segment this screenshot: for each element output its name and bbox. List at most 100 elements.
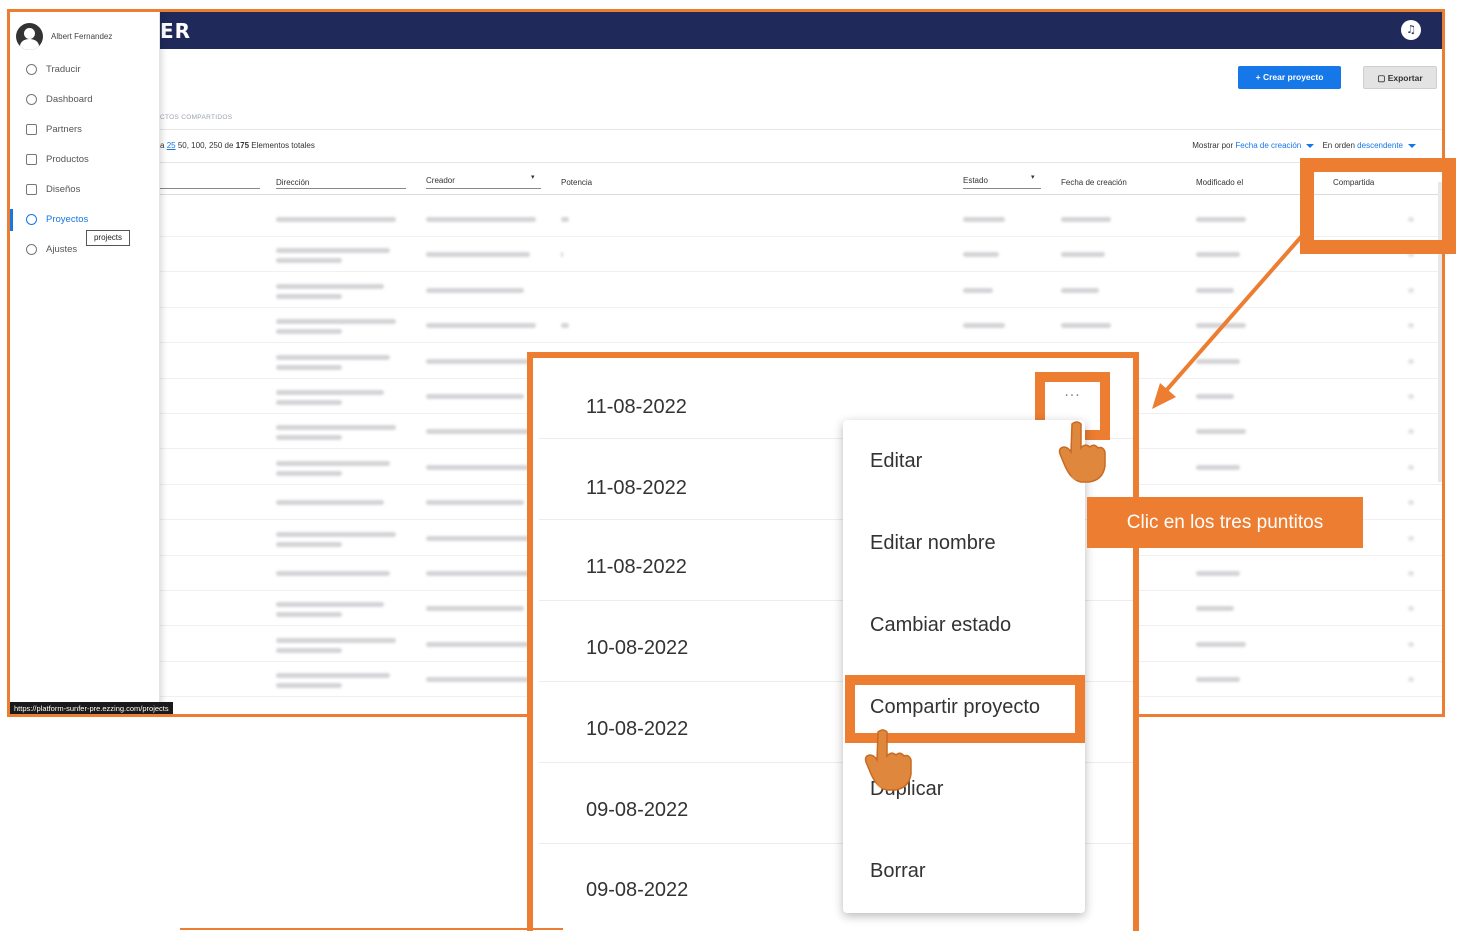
filter-underline (963, 188, 1041, 189)
column-header-status[interactable]: Estado (963, 176, 988, 185)
blurred-cell (276, 541, 342, 547)
created-date: 10-08-2022 (586, 718, 689, 740)
blurred-cell (426, 358, 530, 364)
blurred-cell (426, 500, 524, 506)
blurred-cell (1196, 571, 1240, 576)
created-date: 09-08-2022 (586, 799, 689, 821)
menu-item-rename[interactable]: Editar nombre (870, 532, 996, 555)
blurred-cell (276, 293, 342, 299)
sidebar-item-dashboard[interactable]: Dashboard (10, 89, 160, 111)
blurred-cell (276, 364, 342, 370)
create-project-button[interactable]: + Crear proyecto (1238, 66, 1341, 89)
sidebar-item-ajustes[interactable]: Ajustes (10, 239, 160, 261)
row-more-icon[interactable] (1408, 641, 1414, 647)
table-header-divider (160, 194, 1442, 195)
row-more-icon[interactable] (1408, 571, 1414, 576)
status-url: https://platform-sunfer-pre.ezzing.com/p… (10, 702, 173, 714)
blurred-cell (426, 464, 530, 470)
database-icon (26, 214, 37, 225)
column-header-modified[interactable]: Modificado el (1196, 178, 1243, 187)
blurred-cell (276, 500, 384, 506)
order-select[interactable]: descendente (1357, 141, 1403, 150)
sidebar-item-proyectos[interactable]: Proyectos (10, 209, 160, 231)
sort-controls: Mostrar por Fecha de creación En orden d… (1192, 141, 1422, 150)
filter-underline (160, 188, 260, 189)
row-more-icon[interactable] (1408, 358, 1414, 364)
filter-underline (276, 188, 406, 189)
export-button[interactable]: ▢ Exportar (1363, 66, 1437, 89)
callout-arrow (1152, 227, 1310, 409)
blurred-cell (426, 571, 530, 576)
column-header-address[interactable]: Dirección (276, 178, 309, 187)
blurred-cell (561, 323, 569, 329)
page-size-current[interactable]: 25 (167, 141, 176, 150)
menu-item-delete[interactable]: Borrar (870, 860, 926, 883)
sidebar-item-label: Proyectos (46, 214, 89, 225)
more-icon: ··· (1064, 388, 1081, 404)
context-menu: Editar Editar nombre Cambiar estado Comp… (843, 420, 1085, 913)
tooltip: projects (86, 230, 130, 246)
page-size-selector: a 25 50, 100, 250 de 175 Elementos total… (160, 141, 315, 150)
notification-bell-icon[interactable]: ♫ (1401, 20, 1421, 40)
chevron-down-icon[interactable] (1306, 143, 1315, 148)
blurred-cell (1196, 606, 1234, 612)
active-indicator (10, 209, 13, 231)
blurred-cell (963, 217, 1005, 222)
blurred-cell (426, 217, 536, 222)
blurred-cell (276, 329, 342, 335)
gear-icon (26, 244, 37, 255)
chevron-down-icon[interactable]: ▾ (1031, 173, 1035, 181)
row-more-icon[interactable] (1408, 500, 1414, 506)
row-more-icon[interactable] (1408, 394, 1414, 399)
sidebar: Albert Fernandez Traducir Dashboard Part… (10, 12, 160, 714)
page-size-options[interactable]: 50, 100, 250 (178, 141, 222, 150)
blurred-cell (1196, 677, 1240, 683)
row-more-icon[interactable] (1408, 677, 1414, 683)
column-header-created[interactable]: Fecha de creación (1061, 178, 1127, 187)
blurred-cell (426, 677, 530, 683)
blurred-cell (276, 683, 342, 689)
chevron-down-icon[interactable]: ▾ (531, 173, 535, 181)
row-more-icon[interactable] (1408, 287, 1414, 293)
callout-label: Clic en los tres puntitos (1087, 497, 1363, 548)
blurred-cell (1196, 464, 1240, 470)
column-header-creator[interactable]: Creador (426, 176, 455, 185)
blurred-cell (276, 470, 342, 476)
row-more-icon[interactable] (1408, 464, 1414, 470)
sidebar-item-label: Traducir (46, 64, 81, 75)
sort-by-label: Mostrar por (1192, 141, 1234, 150)
blurred-cell (276, 460, 390, 466)
created-date: 09-08-2022 (586, 879, 689, 901)
sort-by-select[interactable]: Fecha de creación (1235, 141, 1301, 150)
sidebar-item-traducir[interactable]: Traducir (10, 59, 160, 81)
row-more-icon[interactable] (1408, 429, 1414, 435)
blurred-cell (276, 217, 396, 222)
blurred-cell (276, 673, 390, 679)
export-label: Exportar (1387, 73, 1423, 83)
created-date: 10-08-2022 (586, 637, 689, 659)
total-count: 175 (235, 141, 250, 150)
menu-item-change-status[interactable]: Cambiar estado (870, 614, 1011, 637)
row-more-icon[interactable] (1408, 606, 1414, 612)
blurred-cell (426, 394, 524, 399)
column-header-power[interactable]: Potencia (561, 178, 592, 187)
chevron-down-icon[interactable] (1408, 143, 1416, 148)
blurred-cell (1061, 217, 1111, 222)
blurred-cell (963, 252, 999, 258)
blurred-cell (276, 425, 396, 431)
avatar[interactable] (16, 23, 43, 50)
blurred-cell (276, 354, 390, 360)
row-more-icon[interactable] (1408, 535, 1414, 541)
sidebar-item-label: Diseños (46, 184, 81, 195)
sidebar-item-productos[interactable]: Productos (10, 149, 160, 171)
blurred-cell (426, 252, 530, 258)
brand-logo: ER (160, 19, 192, 43)
row-more-icon[interactable] (1408, 323, 1414, 329)
tab-shared-projects[interactable]: CTOS COMPARTIDOS (160, 114, 232, 121)
sidebar-item-partners[interactable]: Partners (10, 119, 160, 141)
blurred-cell (426, 641, 536, 647)
export-icon: ▢ (1377, 73, 1386, 83)
sidebar-item-disenos[interactable]: Diseños (10, 179, 160, 201)
created-date: 11-08-2022 (586, 396, 687, 418)
menu-item-edit[interactable]: Editar (870, 450, 922, 473)
